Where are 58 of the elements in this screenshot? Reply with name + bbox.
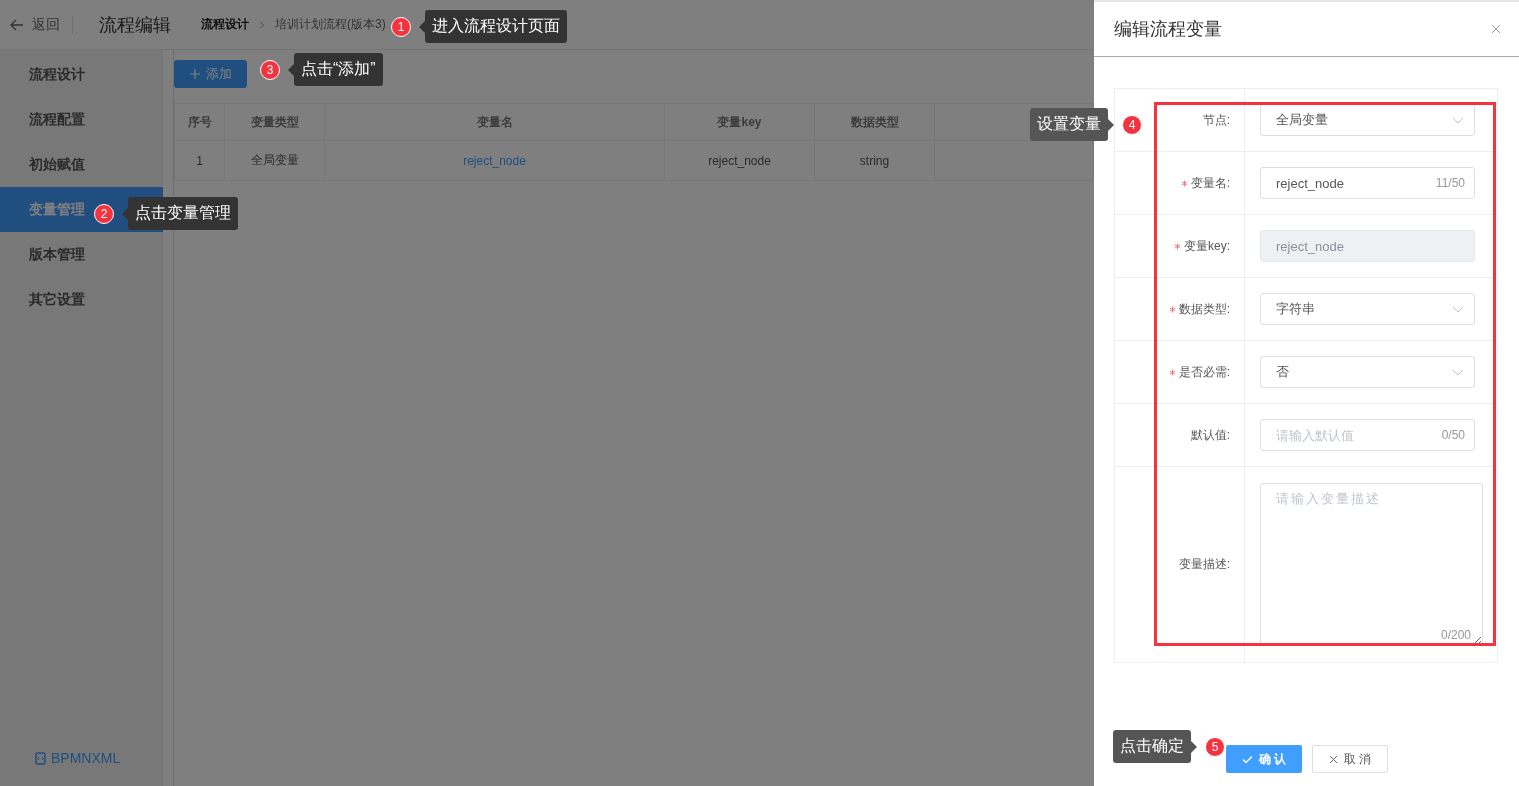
chevron-down-icon bbox=[1452, 116, 1464, 124]
select-field[interactable]: 字符串 bbox=[1260, 293, 1475, 325]
column-header: 变量key bbox=[664, 103, 815, 141]
tooltip-pointer bbox=[1191, 740, 1197, 753]
callout-tooltip: 进入流程设计页面 bbox=[425, 10, 567, 43]
character-counter: 11/50 bbox=[1435, 176, 1465, 190]
sidebar-item[interactable]: 流程设计 bbox=[0, 52, 163, 97]
table-cell: string bbox=[859, 153, 890, 168]
sidebar-item[interactable]: 其它设置 bbox=[0, 277, 163, 322]
callout-tooltip: 点击确定 bbox=[1113, 730, 1191, 763]
plus-icon bbox=[190, 69, 200, 79]
column-header: 变量名 bbox=[324, 103, 665, 141]
chevron-down-icon bbox=[1452, 368, 1464, 376]
tooltip-pointer bbox=[419, 20, 425, 33]
character-counter: 0/200 bbox=[1440, 628, 1471, 642]
field-label: 变量key: bbox=[1184, 237, 1230, 255]
callout-tooltip: 点击变量管理 bbox=[128, 197, 238, 230]
close-button[interactable] bbox=[1491, 24, 1501, 34]
field-label: 是否必需: bbox=[1178, 363, 1230, 381]
field-label: 变量描述: bbox=[1178, 556, 1230, 573]
select-field[interactable]: 否 bbox=[1260, 356, 1475, 388]
callout-tooltip: 点击“添加” bbox=[294, 53, 383, 86]
column-header: 变量类型 bbox=[224, 103, 325, 141]
table-cell: 全局变量 bbox=[250, 153, 299, 167]
bpmn-xml-link[interactable]: BPMNXML bbox=[35, 750, 125, 766]
chevron-down-icon bbox=[1452, 305, 1464, 313]
column-header: 数据类型 bbox=[814, 103, 935, 141]
callout-tooltip: 设置变量 bbox=[1030, 108, 1108, 141]
close-icon bbox=[1491, 24, 1501, 34]
drawer-title: 编辑流程变量 bbox=[1114, 18, 1222, 41]
breadcrumb-item[interactable]: 流程设计 bbox=[201, 16, 249, 33]
confirm-button[interactable]: 确 认 bbox=[1226, 745, 1302, 773]
back-link[interactable]: 返回 bbox=[10, 15, 60, 34]
variable-link[interactable]: reject_node bbox=[463, 153, 526, 168]
file-code-icon bbox=[35, 751, 46, 765]
sidebar-item[interactable]: 初始赋值 bbox=[0, 142, 163, 187]
close-icon bbox=[1328, 754, 1338, 764]
column-header: 序号 bbox=[174, 103, 225, 141]
field-label: 默认值: bbox=[1190, 426, 1230, 444]
character-counter: 0/50 bbox=[1441, 428, 1465, 442]
table-cell: reject_node bbox=[708, 153, 771, 168]
field-label: 变量名: bbox=[1190, 174, 1230, 192]
field-label: 数据类型: bbox=[1178, 300, 1230, 318]
select-field[interactable]: 全局变量 bbox=[1260, 104, 1475, 136]
back-arrow-icon bbox=[10, 18, 24, 31]
tooltip-pointer bbox=[122, 207, 128, 220]
cancel-button[interactable]: 取 消 bbox=[1312, 745, 1388, 773]
tooltip-pointer bbox=[1108, 118, 1114, 131]
add-button[interactable]: 添加 bbox=[174, 60, 247, 88]
page-title: 流程编辑 bbox=[99, 13, 172, 37]
chevron-right-icon bbox=[258, 19, 266, 30]
field-label: 节点: bbox=[1202, 111, 1230, 129]
check-icon bbox=[1241, 754, 1253, 764]
tooltip-pointer bbox=[288, 63, 294, 76]
sidebar-item[interactable]: 流程配置 bbox=[0, 97, 163, 142]
table-cell: 1 bbox=[196, 153, 203, 168]
sidebar-item[interactable]: 版本管理 bbox=[0, 232, 163, 277]
breadcrumb-item[interactable]: 培训计划流程(版本3) bbox=[275, 16, 386, 33]
